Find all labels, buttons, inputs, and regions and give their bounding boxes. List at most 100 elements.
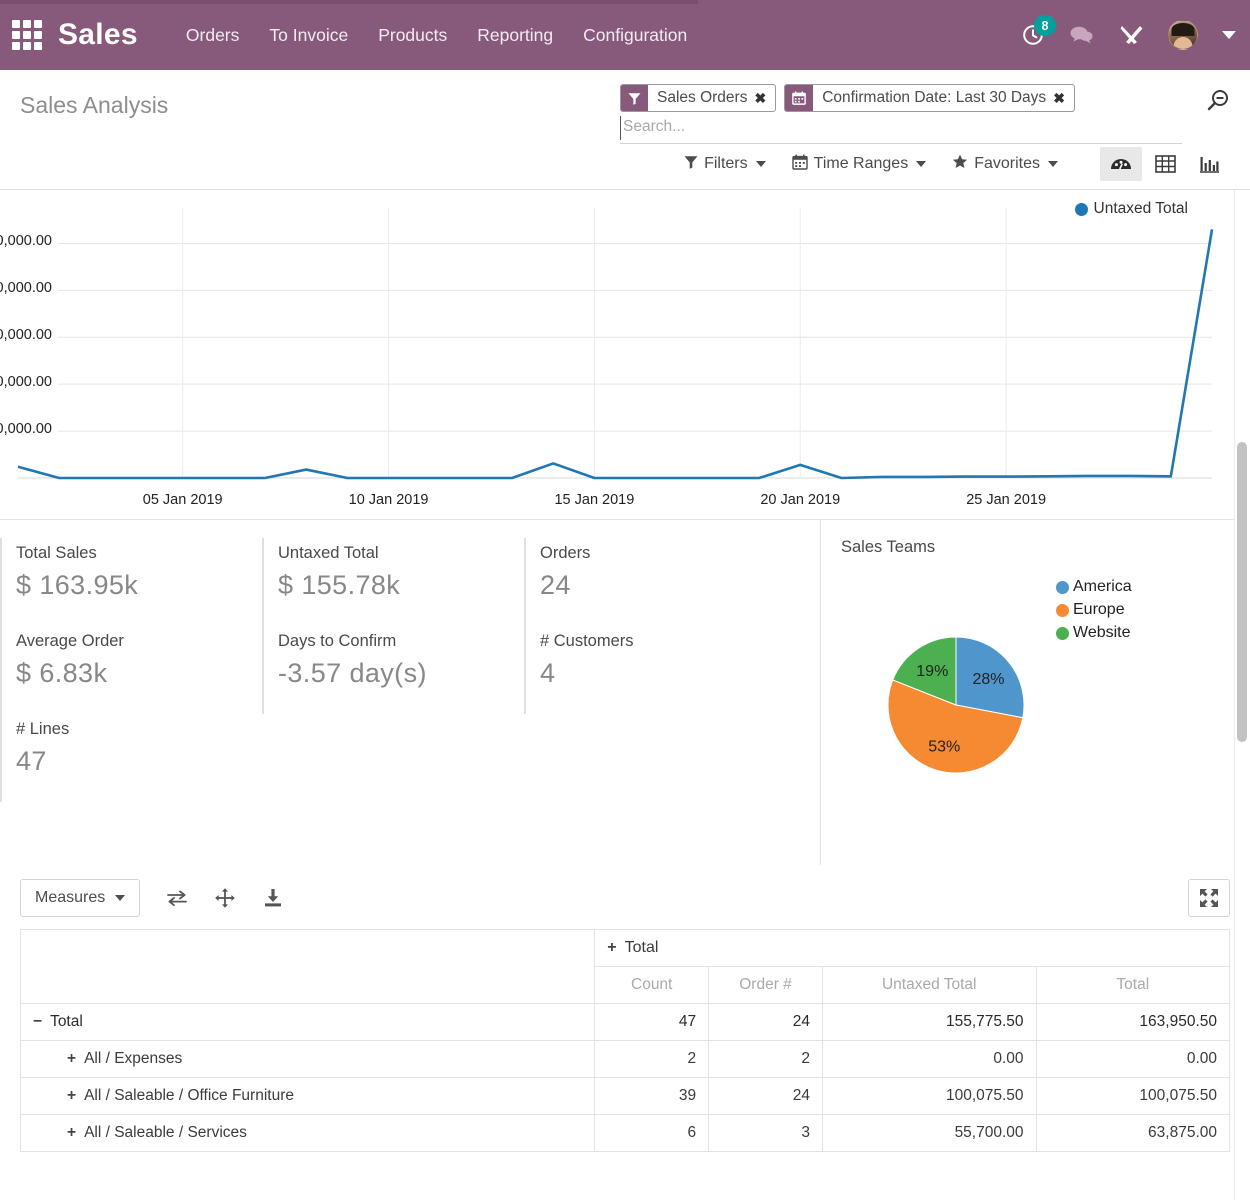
apps-grid-icon[interactable]: [10, 18, 44, 52]
menu-item-configuration[interactable]: Configuration: [583, 25, 687, 46]
page-scrollbar-track[interactable]: [1234, 190, 1250, 1200]
line-chart-panel: Untaxed Total 20,000.0040,000.0060,000.0…: [0, 190, 1250, 520]
bar-chart-icon[interactable]: [1188, 147, 1230, 181]
expand-plus-icon[interactable]: +: [67, 1124, 76, 1141]
pivot-cell[interactable]: 2: [709, 1041, 823, 1078]
pivot-cell[interactable]: 3: [709, 1115, 823, 1152]
pivot-row-label: All / Expenses: [84, 1050, 182, 1067]
pivot-row-header[interactable]: + All / Saleable / Office Furniture: [21, 1078, 595, 1115]
kpi-value: 47: [16, 746, 262, 777]
facet-text: Confirmation Date: Last 30 Days: [822, 89, 1046, 107]
kpi-card[interactable]: Untaxed Total$ 155.78k: [262, 538, 524, 626]
pie-chart-svg[interactable]: 28%53%19%: [871, 620, 1111, 800]
pivot-cell[interactable]: 63,875.00: [1036, 1115, 1229, 1152]
user-avatar[interactable]: [1168, 20, 1198, 50]
pivot-row-label: All / Saleable / Office Furniture: [84, 1087, 294, 1104]
pie-legend-swatch: [1056, 581, 1069, 594]
calendar-icon: [792, 154, 808, 175]
expand-plus-icon[interactable]: +: [67, 1087, 76, 1104]
page-scrollbar-thumb[interactable]: [1237, 442, 1247, 742]
kpi-card[interactable]: Average Order$ 6.83k: [0, 626, 262, 714]
pivot-grid-icon[interactable]: [1144, 147, 1186, 181]
user-menu-caret-down-icon[interactable]: [1222, 31, 1236, 39]
pivot-cell[interactable]: 55,700.00: [822, 1115, 1036, 1152]
activity-clock-icon[interactable]: 8: [1021, 23, 1045, 47]
kpi-card[interactable]: # Lines 47: [0, 714, 262, 802]
chart-x-tick: 10 Jan 2019: [349, 492, 429, 508]
pivot-corner-cell: [21, 930, 595, 1004]
pivot-cell[interactable]: 24: [709, 1078, 823, 1115]
kpi-card[interactable]: # Customers4: [524, 626, 786, 714]
menu-item-orders[interactable]: Orders: [186, 25, 239, 46]
pivot-column-header[interactable]: Order #: [709, 967, 823, 1004]
pivot-cell[interactable]: 155,775.50: [822, 1004, 1036, 1041]
search-input-wrap: [620, 116, 1182, 144]
chart-y-tick: 20,000.00: [0, 421, 52, 437]
collapse-minus-icon[interactable]: −: [33, 1013, 42, 1030]
view-switcher: [1100, 147, 1230, 181]
pivot-cell[interactable]: 0.00: [1036, 1041, 1229, 1078]
sales-teams-title: Sales Teams: [841, 538, 1250, 557]
kpi-card[interactable]: Days to Confirm-3.57 day(s): [262, 626, 524, 714]
app-brand-title[interactable]: Sales: [58, 18, 138, 52]
dashboard-icon[interactable]: [1100, 147, 1142, 181]
pivot-cell[interactable]: 6: [595, 1115, 709, 1152]
pivot-column-header[interactable]: Untaxed Total: [822, 967, 1036, 1004]
tools-wrench-icon[interactable]: [1118, 23, 1144, 47]
pie-legend-item[interactable]: Europe: [1056, 601, 1132, 619]
measures-dropdown[interactable]: Measures: [20, 879, 140, 917]
menu-item-products[interactable]: Products: [378, 25, 447, 46]
pivot-column-header[interactable]: Total: [1036, 967, 1229, 1004]
pivot-row-label: Total: [50, 1013, 83, 1030]
pivot-row-header[interactable]: −Total: [21, 1004, 595, 1041]
pivot-cell[interactable]: 39: [595, 1078, 709, 1115]
pivot-col-group-total[interactable]: + Total: [595, 930, 1230, 967]
pivot-column-header[interactable]: Count: [595, 967, 709, 1004]
pivot-cell[interactable]: 100,075.50: [1036, 1078, 1229, 1115]
chat-bubble-icon[interactable]: [1069, 24, 1094, 46]
facet-text: Sales Orders: [657, 89, 747, 107]
pie-slice-label: 53%: [928, 738, 960, 755]
expand-plus-icon[interactable]: +: [67, 1050, 76, 1067]
pivot-col-group-label: Total: [625, 939, 659, 956]
kpi-card[interactable]: Total Sales$ 163.95k: [0, 538, 262, 626]
pivot-row-header[interactable]: +All / Saleable / Services: [21, 1115, 595, 1152]
expand-arrows-icon[interactable]: [214, 887, 236, 909]
fullscreen-expand-icon[interactable]: [1188, 879, 1230, 917]
search-input[interactable]: [620, 116, 1182, 140]
menu-item-reporting[interactable]: Reporting: [477, 25, 553, 46]
pivot-cell[interactable]: 47: [595, 1004, 709, 1041]
chart-x-tick: 20 Jan 2019: [760, 492, 840, 508]
kpi-card[interactable]: Orders24: [524, 538, 786, 626]
flip-axis-icon[interactable]: [166, 889, 188, 907]
control-panel-bottom-bar: Filters Time Ranges: [20, 147, 1230, 181]
favorites-dropdown[interactable]: Favorites: [952, 154, 1058, 175]
chevron-down-icon: [916, 161, 926, 167]
search-zoom-out-icon[interactable]: [1206, 88, 1230, 118]
kpi-title: Untaxed Total: [278, 544, 524, 563]
facet-remove-icon[interactable]: ✖: [754, 90, 766, 107]
facet-sales-orders[interactable]: Sales Orders ✖: [620, 84, 776, 112]
menu-item-to-invoice[interactable]: To Invoice: [269, 25, 348, 46]
pie-legend-label: Europe: [1073, 601, 1125, 619]
line-chart-svg[interactable]: [0, 190, 1250, 520]
time-ranges-dropdown[interactable]: Time Ranges: [792, 154, 927, 175]
pivot-cell[interactable]: 24: [709, 1004, 823, 1041]
kpi-title: # Lines: [16, 720, 262, 739]
facet-remove-icon[interactable]: ✖: [1053, 90, 1065, 107]
pivot-header-group-row: + Total: [21, 930, 1230, 967]
pivot-cell[interactable]: 100,075.50: [822, 1078, 1036, 1115]
pivot-cell[interactable]: 0.00: [822, 1041, 1036, 1078]
download-xls-icon[interactable]: [262, 888, 284, 908]
pivot-cell[interactable]: 163,950.50: [1036, 1004, 1229, 1041]
pivot-cell[interactable]: 2: [595, 1041, 709, 1078]
expand-plus-icon[interactable]: +: [607, 939, 616, 956]
kpi-value: $ 163.95k: [16, 570, 262, 601]
search-facets: Sales Orders ✖: [620, 84, 1182, 112]
pivot-row-header[interactable]: + All / Expenses: [21, 1041, 595, 1078]
pie-legend-item[interactable]: America: [1056, 578, 1132, 596]
facet-confirmation-date[interactable]: Confirmation Date: Last 30 Days ✖: [784, 84, 1075, 112]
filters-dropdown[interactable]: Filters: [684, 155, 766, 174]
kpi-value: 4: [540, 658, 786, 689]
kpi-panel: Total Sales$ 163.95kUntaxed Total$ 155.7…: [0, 520, 820, 865]
